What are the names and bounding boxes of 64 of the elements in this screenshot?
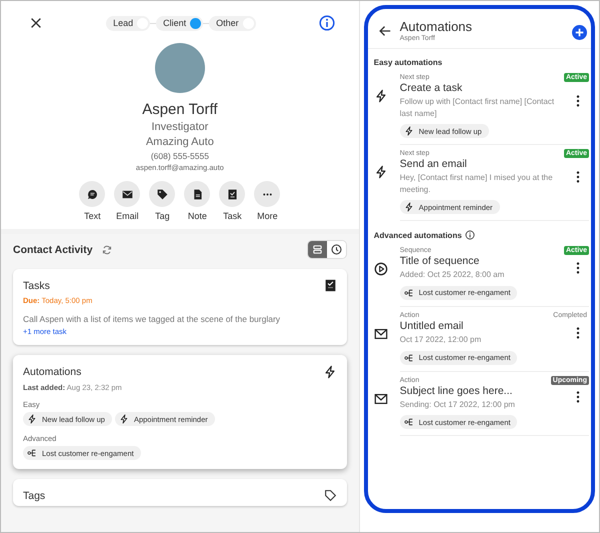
lightning-icon (374, 165, 388, 180)
automation-detail: Added: Oct 25 2022, 8:00 am (400, 269, 506, 281)
tag-icon (324, 489, 337, 502)
back-arrow-icon[interactable] (378, 24, 392, 38)
automation-title: Create a task (400, 82, 464, 94)
close-icon[interactable] (29, 16, 43, 30)
add-icon[interactable] (572, 25, 587, 40)
action-label: Tag (155, 211, 170, 221)
checklist-icon (226, 188, 239, 200)
action-label: Note (188, 211, 207, 221)
flow-icon (404, 288, 414, 298)
lightning-icon (27, 414, 37, 424)
action-label: More (257, 211, 278, 221)
list-view-button[interactable] (308, 241, 327, 258)
section-title: Easy automations (374, 58, 442, 67)
envelope-icon (374, 326, 388, 341)
envelope-icon (374, 392, 388, 406)
automation-detail: Sending: Oct 17 2022, 12:00 pm (400, 398, 516, 410)
card-title: Automations (23, 366, 82, 378)
card-title: Tasks (23, 280, 50, 292)
card-title: Tags (23, 490, 46, 502)
refresh-icon[interactable] (100, 244, 113, 256)
automation-title: Untitled email (400, 320, 464, 332)
lightning-icon (322, 365, 337, 379)
text-action-button[interactable] (79, 181, 106, 207)
task-description: Call Aspen with a list of items we tagged at the scene of the burglary (23, 314, 282, 324)
section-title: Contact Activity (13, 244, 93, 256)
clock-icon (330, 243, 343, 256)
automation-detail: Follow up with [Contact first name] [Contact last name] (400, 96, 556, 120)
task-action-button[interactable] (219, 181, 246, 207)
info-icon[interactable] (318, 15, 335, 31)
lightning-icon (404, 202, 414, 212)
speech-bubble-icon (86, 188, 99, 200)
info-icon[interactable] (464, 230, 475, 240)
section-title: Advanced automations (374, 230, 462, 240)
email-action-button[interactable] (114, 181, 140, 207)
flow-icon (27, 448, 37, 458)
play-icon (374, 262, 388, 276)
tag-action-button[interactable] (149, 181, 176, 207)
lightning-icon (404, 126, 414, 136)
action-label: Task (223, 211, 242, 221)
contact-type-toggle[interactable]: Other (209, 16, 256, 30)
list-icon (310, 243, 324, 256)
tag-icon (156, 188, 169, 200)
flow-icon (404, 352, 414, 363)
lightning-icon (374, 89, 388, 103)
action-label: Text (84, 211, 101, 221)
automation-detail: Hey, [Contact first name] I mised you at the meeting. (400, 172, 554, 196)
flow-icon (404, 417, 414, 428)
note-action-button[interactable] (184, 181, 210, 207)
company-name: Amazing Auto (146, 136, 214, 148)
contact-name: Aspen Torff (142, 101, 218, 118)
automation-title: Title of sequence (400, 255, 480, 268)
checklist-icon (324, 279, 337, 292)
action-label: Email (116, 211, 139, 221)
automation-title: Send an email (400, 158, 468, 170)
automation-title: Subject line goes here... (400, 384, 514, 397)
contact-type-toggle[interactable]: Lead (106, 16, 150, 30)
contact-title: Investigator (151, 121, 208, 133)
panel-title: Automations (400, 19, 474, 34)
contact-type-toggle[interactable]: Client (156, 16, 204, 30)
lightning-icon (118, 414, 129, 424)
phone-number: (608) 555-5555 (150, 151, 209, 161)
automation-detail: Oct 17 2022, 12:00 pm (400, 334, 482, 346)
